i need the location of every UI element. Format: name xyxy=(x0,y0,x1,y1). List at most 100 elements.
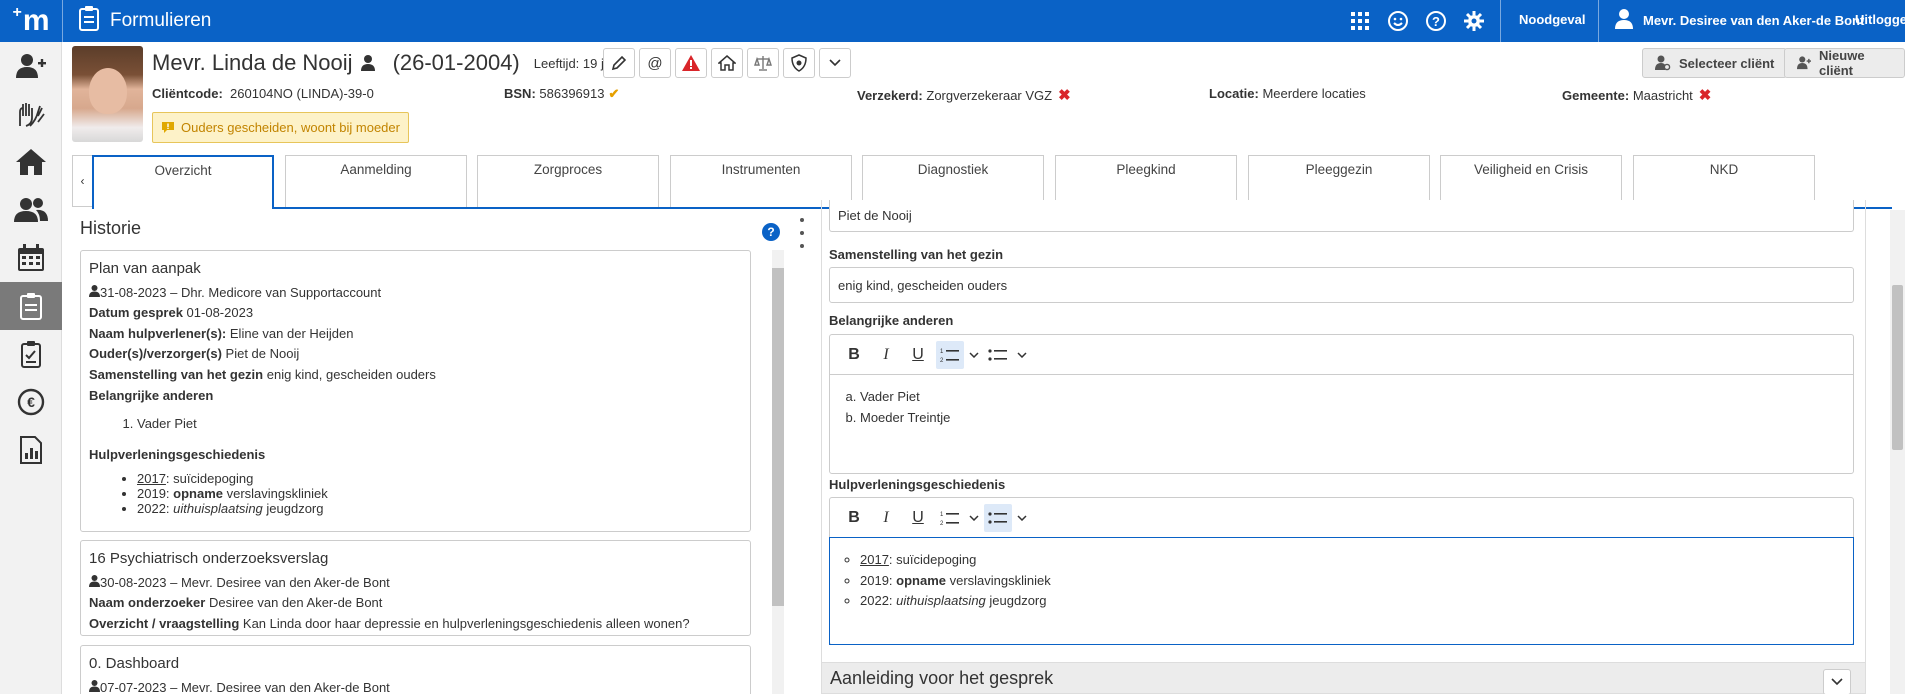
home-icon[interactable] xyxy=(711,48,743,78)
chevron-down-icon[interactable] xyxy=(1016,504,1028,532)
italic-button[interactable]: I xyxy=(872,504,900,532)
shield-icon[interactable] xyxy=(783,48,815,78)
tab-zorgproces[interactable]: Zorgproces xyxy=(477,155,659,207)
svg-text:€: € xyxy=(27,394,35,410)
tab-overzicht[interactable]: Overzicht xyxy=(92,155,274,209)
select-client-button[interactable]: Selecteer cliënt xyxy=(1642,48,1788,78)
cross-icon: ✖ xyxy=(1698,87,1712,104)
history-scrollbar[interactable] xyxy=(772,250,784,694)
user-menu[interactable]: Mevr. Desiree van den Aker-de Bont xyxy=(1615,9,1864,32)
bullet-list-button[interactable] xyxy=(984,341,1012,369)
chevron-down-icon[interactable] xyxy=(968,341,980,369)
bullet-list-button[interactable] xyxy=(984,503,1012,532)
user-search-icon xyxy=(1655,55,1671,71)
sidebar-item-add-client[interactable] xyxy=(0,42,62,90)
history-editor[interactable]: B I U 12 2017: suïcidepoging 2019: opnam… xyxy=(829,497,1854,645)
euro-icon: € xyxy=(17,388,45,416)
svg-text:2: 2 xyxy=(940,358,944,363)
sidebar-item-finance[interactable]: € xyxy=(0,378,62,426)
main-scrollbar[interactable] xyxy=(1890,210,1905,694)
chevron-down-icon[interactable] xyxy=(1016,341,1028,369)
italic-button[interactable]: I xyxy=(872,341,900,369)
ordered-list-button[interactable]: 12 xyxy=(936,504,964,532)
page-title: Formulieren xyxy=(110,10,212,31)
list-item: 2022: uithuisplaatsing jeugdzorg xyxy=(137,501,742,516)
warning-icon[interactable] xyxy=(675,48,707,78)
emergency-button[interactable]: Noodgeval xyxy=(1519,12,1585,27)
sidebar-item-people[interactable] xyxy=(0,186,62,234)
svg-text:?: ? xyxy=(1432,14,1440,29)
hands-icon xyxy=(19,103,45,127)
list-item: Vader Piet xyxy=(860,387,1841,408)
chevron-down-icon[interactable] xyxy=(819,48,851,78)
logout-button[interactable]: Uitloggen xyxy=(1855,12,1905,27)
card-title: 0. Dashboard xyxy=(89,655,180,672)
history-card[interactable]: 16 Psychiatrisch onderzoeksverslag 30-08… xyxy=(80,540,751,636)
scale-icon[interactable] xyxy=(747,48,779,78)
insurer: Zorgverzekeraar VGZ xyxy=(926,88,1053,103)
editor-content[interactable]: 2017: suïcidepoging 2019: opname verslav… xyxy=(829,537,1854,645)
others-editor[interactable]: B I U 12 Vader Piet Moeder Treintje xyxy=(829,334,1854,474)
underline-button[interactable]: U xyxy=(904,504,932,532)
section-title: Aanleiding voor het gesprek xyxy=(830,667,1054,688)
chevron-down-icon[interactable] xyxy=(968,504,980,532)
smiley-icon[interactable] xyxy=(1383,6,1413,36)
app-logo[interactable]: + m xyxy=(0,0,62,42)
gear-icon[interactable] xyxy=(1459,6,1489,36)
location: Meerdere locaties xyxy=(1262,86,1366,101)
people-icon xyxy=(14,198,48,222)
new-client-button[interactable]: Nieuwe cliënt xyxy=(1784,48,1905,78)
help-icon[interactable]: ? xyxy=(1421,6,1451,36)
history-card[interactable]: Plan van aanpak 31-08-2023 – Dhr. Medico… xyxy=(80,250,751,532)
family-label: Samenstelling van het gezin xyxy=(829,247,1004,262)
user-icon xyxy=(89,679,100,692)
alert-badge[interactable]: Ouders gescheiden, woont bij moeder xyxy=(152,112,409,143)
client-dob: (26-01-2004) xyxy=(392,50,520,75)
chevron-down-icon[interactable] xyxy=(1823,669,1851,694)
history-card[interactable]: 0. Dashboard 07-07-2023 – Mevr. Desiree … xyxy=(80,645,751,694)
email-icon[interactable]: @ xyxy=(639,48,671,78)
list-item: 2019: opname verslavingskliniek xyxy=(137,486,742,501)
editor-content[interactable]: Vader Piet Moeder Treintje xyxy=(830,375,1853,440)
panel-splitter[interactable] xyxy=(800,218,806,248)
client-meta: Cliëntcode: 260104NO (LINDA)-39-0 BSN: 5… xyxy=(152,86,1712,104)
grid-icon[interactable] xyxy=(1345,6,1375,36)
add-person-icon xyxy=(1797,56,1812,70)
client-toolbar: @ xyxy=(603,48,851,78)
edit-icon[interactable] xyxy=(603,48,635,78)
calendar-icon xyxy=(18,244,44,271)
list-item: 2017: suïcidepoging xyxy=(137,471,742,486)
family-field[interactable]: enig kind, gescheiden ouders xyxy=(829,267,1854,303)
sidebar-item-calendar[interactable] xyxy=(0,234,62,282)
ordered-list-button[interactable]: 12 xyxy=(936,340,964,369)
editor-toolbar: B I U 12 xyxy=(830,498,1853,538)
client-header: Mevr. Linda de Nooij (26-01-2004) Leefti… xyxy=(152,50,623,76)
history-label: Hulpverleningsgeschiedenis xyxy=(829,477,1006,492)
comment-icon xyxy=(162,122,174,133)
sidebar-item-tasks[interactable] xyxy=(0,330,62,378)
sidebar-item-reports[interactable] xyxy=(0,426,62,474)
card-title: Plan van aanpak xyxy=(89,260,201,277)
sidebar-item-care[interactable] xyxy=(0,90,62,138)
sidebar-item-home[interactable] xyxy=(0,138,62,186)
bold-button[interactable]: B xyxy=(840,341,868,369)
help-icon[interactable]: ? xyxy=(762,223,780,241)
list-item: 2017: suïcidepoging xyxy=(860,550,1841,571)
person-icon xyxy=(360,55,375,71)
user-icon xyxy=(89,284,100,297)
sidebar-item-forms[interactable] xyxy=(0,282,62,330)
clipboard-icon xyxy=(20,293,42,320)
list-item: 2022: uithuisplaatsing jeugdzorg xyxy=(860,591,1841,612)
card-meta: 30-08-2023 – Mevr. Desiree van den Aker-… xyxy=(89,573,742,594)
tab-aanmelding[interactable]: Aanmelding xyxy=(285,155,467,207)
parent-field[interactable]: Piet de Nooij xyxy=(829,200,1854,232)
list-item: 2019: opname verslavingskliniek xyxy=(860,571,1841,592)
cross-icon: ✖ xyxy=(1058,87,1071,104)
bold-button[interactable]: B xyxy=(840,504,868,532)
bsn: 586396913 xyxy=(539,86,605,101)
tabs-scroll-left[interactable]: ‹ xyxy=(72,155,92,207)
card-title: 16 Psychiatrisch onderzoeksverslag xyxy=(89,550,329,567)
home-icon xyxy=(16,149,46,175)
underline-button[interactable]: U xyxy=(904,341,932,369)
section-header[interactable]: Aanleiding voor het gesprek xyxy=(821,662,1866,694)
